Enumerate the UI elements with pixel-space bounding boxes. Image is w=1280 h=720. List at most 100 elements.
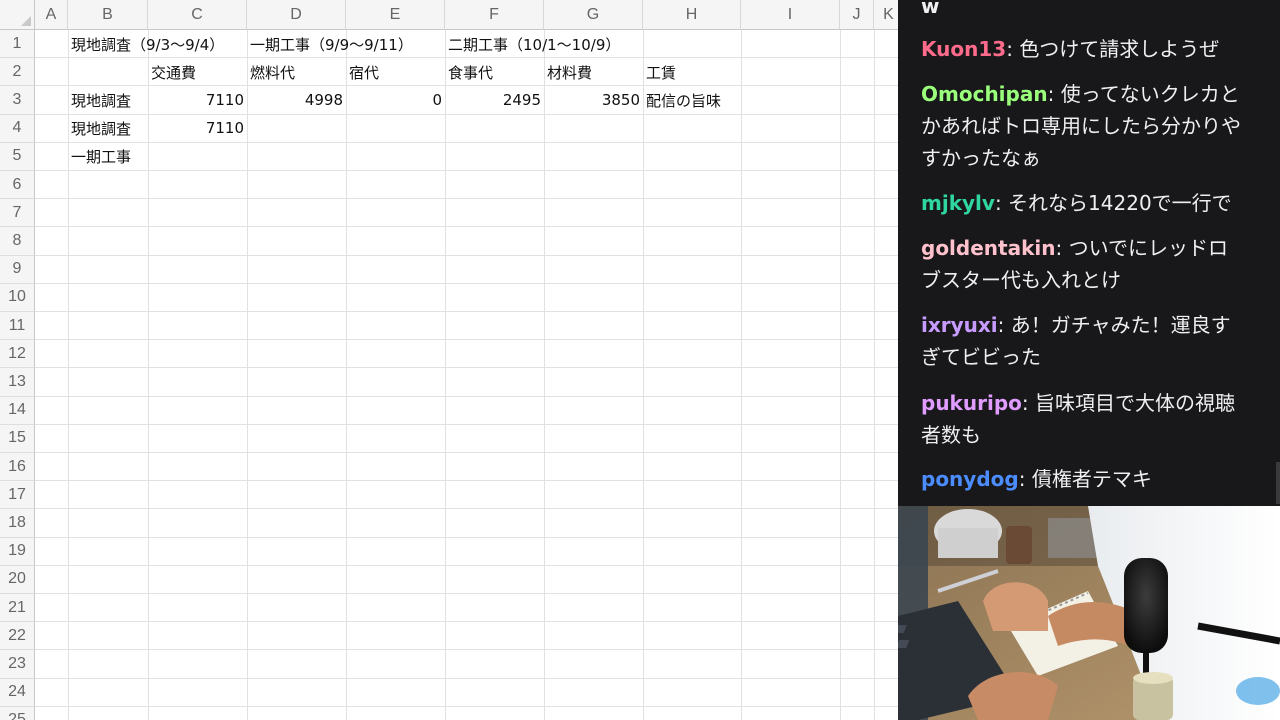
grid-row-line bbox=[35, 508, 898, 510]
row-header-16[interactable]: 16 bbox=[0, 453, 35, 482]
chat-message-text: 債権者テマキ bbox=[1031, 467, 1152, 491]
cell-f1[interactable]: 二期工事（10/1〜10/9） bbox=[445, 30, 623, 58]
grid-row-line bbox=[35, 395, 898, 397]
row-header-14[interactable]: 14 bbox=[0, 396, 35, 425]
column-header-h[interactable]: H bbox=[643, 0, 741, 30]
row-header-23[interactable]: 23 bbox=[0, 650, 35, 679]
chat-scrollbar[interactable] bbox=[1276, 462, 1280, 504]
row-header-15[interactable]: 15 bbox=[0, 424, 35, 453]
grid-column-line bbox=[247, 30, 248, 720]
chat-username[interactable]: Omochipan bbox=[921, 82, 1048, 106]
cell-f3[interactable]: 2495 bbox=[445, 86, 544, 114]
grid-row-line bbox=[35, 705, 898, 707]
chat-message: ponydog: 債権者テマキ bbox=[921, 463, 1243, 495]
cell-b3[interactable]: 現地調査 bbox=[68, 86, 148, 114]
row-header-5[interactable]: 5 bbox=[0, 142, 35, 171]
cell-b1[interactable]: 現地調査（9/3〜9/4） bbox=[68, 30, 227, 58]
row-header-25[interactable]: 25 bbox=[0, 706, 35, 720]
row-header-4[interactable]: 4 bbox=[0, 114, 35, 143]
cell-g3[interactable]: 3850 bbox=[544, 86, 643, 114]
chat-colon: : bbox=[997, 313, 1011, 337]
row-header-1[interactable]: 1 bbox=[0, 30, 35, 59]
webcam-image bbox=[898, 506, 1280, 720]
chat-message-text: 色つけて請求しようぜ bbox=[1019, 37, 1220, 61]
row-header-6[interactable]: 6 bbox=[0, 171, 35, 200]
cell-f2[interactable]: 食事代 bbox=[445, 58, 544, 86]
live-chat-panel[interactable]: w Kuon13: 色つけて請求しようぜ Omochipan: 使ってないクレカ… bbox=[898, 0, 1280, 506]
cell-c3[interactable]: 7110 bbox=[148, 86, 247, 114]
cell-h2[interactable]: 工賃 bbox=[643, 58, 741, 86]
row-header-18[interactable]: 18 bbox=[0, 509, 35, 538]
grid-row-line bbox=[35, 621, 898, 623]
row-header-3[interactable]: 3 bbox=[0, 86, 35, 115]
grid-row-line bbox=[35, 311, 898, 312]
chat-username[interactable]: mjkylv bbox=[921, 191, 995, 215]
grid-row-line bbox=[35, 170, 898, 171]
grid-row-line bbox=[35, 282, 898, 284]
row-header-21[interactable]: 21 bbox=[0, 594, 35, 623]
row-header-9[interactable]: 9 bbox=[0, 255, 35, 284]
grid-row-line bbox=[35, 254, 898, 256]
column-header-c[interactable]: C bbox=[148, 0, 247, 30]
cell-b5[interactable]: 一期工事 bbox=[68, 142, 148, 170]
column-header-e[interactable]: E bbox=[346, 0, 445, 30]
chat-message: goldentakin: ついでにレッドロブスター代も入れとけ bbox=[921, 232, 1243, 296]
cell-d1[interactable]: 一期工事（9/9〜9/11） bbox=[247, 30, 416, 58]
row-header-17[interactable]: 17 bbox=[0, 481, 35, 510]
chat-username[interactable]: pukuripo bbox=[921, 391, 1022, 415]
column-header-g[interactable]: G bbox=[544, 0, 643, 30]
column-header-d[interactable]: D bbox=[247, 0, 346, 30]
chat-colon: : bbox=[1055, 236, 1069, 260]
row-header-13[interactable]: 13 bbox=[0, 368, 35, 397]
row-header-24[interactable]: 24 bbox=[0, 678, 35, 707]
chat-colon: : bbox=[1006, 37, 1020, 61]
grid-row-line bbox=[35, 536, 898, 538]
cell-g2[interactable]: 材料費 bbox=[544, 58, 643, 86]
select-all-corner[interactable] bbox=[0, 0, 35, 30]
grid-column-line bbox=[544, 30, 545, 720]
grid-row-line bbox=[35, 564, 898, 566]
cell-b4[interactable]: 現地調査 bbox=[68, 114, 148, 142]
cell-e3[interactable]: 0 bbox=[346, 86, 445, 114]
chat-message: Kuon13: 色つけて請求しようぜ bbox=[921, 33, 1243, 65]
cell-c2[interactable]: 交通費 bbox=[148, 58, 247, 86]
spreadsheet[interactable]: A B C D E F G H I J K 1 2 3 4 5 6 7 8 9 10 11 12 13 1… bbox=[0, 0, 898, 720]
cell-h3[interactable]: 配信の旨味 bbox=[643, 86, 724, 114]
chat-colon: : bbox=[994, 191, 1009, 215]
chat-message: pukuripo: 旨味項目で大体の視聴者数も bbox=[921, 387, 1243, 451]
chat-message-text: w bbox=[921, 0, 940, 18]
cell-c4[interactable]: 7110 bbox=[148, 114, 247, 142]
chat-message: ixryuxi: あ！ガチャみた！運良すぎてビビった bbox=[921, 309, 1243, 373]
row-header-2[interactable]: 2 bbox=[0, 58, 35, 87]
row-header-8[interactable]: 8 bbox=[0, 227, 35, 256]
column-header-k[interactable]: K bbox=[874, 0, 898, 30]
chat-username[interactable]: Kuon13 bbox=[921, 37, 1006, 61]
cell-e2[interactable]: 宿代 bbox=[346, 58, 445, 86]
cell-d3[interactable]: 4998 bbox=[247, 86, 346, 114]
row-header-19[interactable]: 19 bbox=[0, 537, 35, 566]
column-header-f[interactable]: F bbox=[445, 0, 544, 30]
grid-row-line bbox=[35, 452, 898, 453]
grid-column-line bbox=[445, 30, 446, 720]
column-header-a[interactable]: A bbox=[35, 0, 68, 30]
chat-username[interactable]: goldentakin bbox=[921, 236, 1055, 260]
chat-username[interactable]: ixryuxi bbox=[921, 313, 998, 337]
column-header-i[interactable]: I bbox=[741, 0, 840, 30]
row-header-12[interactable]: 12 bbox=[0, 340, 35, 369]
chat-colon: : bbox=[1018, 467, 1032, 491]
row-header-22[interactable]: 22 bbox=[0, 622, 35, 651]
row-header-20[interactable]: 20 bbox=[0, 565, 35, 594]
row-header-10[interactable]: 10 bbox=[0, 283, 35, 312]
cell-d2[interactable]: 燃料代 bbox=[247, 58, 346, 86]
grid-row-line bbox=[35, 649, 898, 651]
grid-column-line bbox=[840, 30, 841, 720]
grid-row-line bbox=[35, 339, 898, 341]
row-header-11[interactable]: 11 bbox=[0, 312, 35, 341]
chat-message: w bbox=[921, 0, 1243, 22]
chat-username[interactable]: ponydog bbox=[921, 467, 1019, 491]
column-header-j[interactable]: J bbox=[840, 0, 874, 30]
row-header-7[interactable]: 7 bbox=[0, 199, 35, 228]
column-header-b[interactable]: B bbox=[68, 0, 148, 30]
chat-message-text: それなら14220で一行で bbox=[1008, 191, 1232, 215]
webcam-feed bbox=[898, 506, 1280, 720]
